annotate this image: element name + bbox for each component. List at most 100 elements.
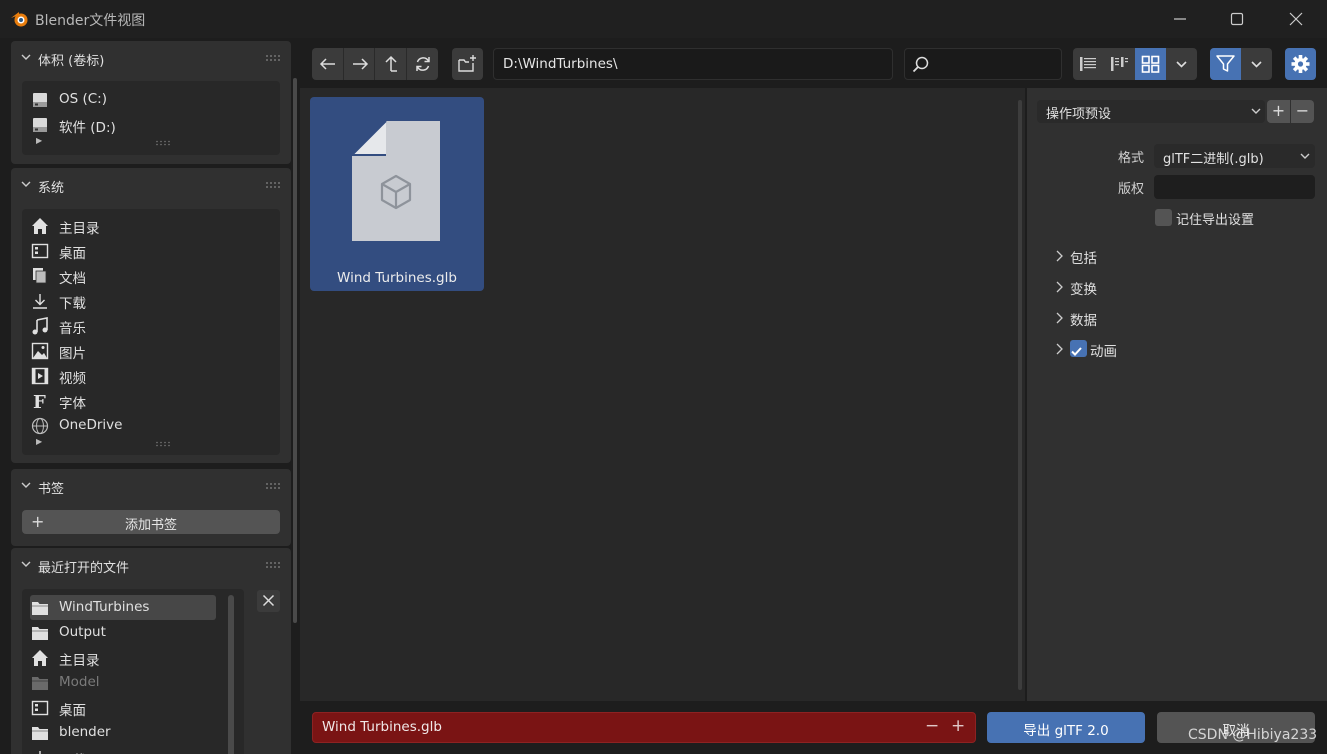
- svg-text:F: F: [33, 392, 46, 410]
- filename-input[interactable]: Wind Turbines.glb − +: [312, 712, 976, 743]
- format-label: 格式: [1117, 151, 1144, 166]
- refresh-button[interactable]: [407, 48, 439, 80]
- animation-checkbox[interactable]: [1070, 340, 1087, 357]
- system-item-downloads[interactable]: 下载: [30, 288, 270, 313]
- chevron-right-icon: [1056, 250, 1063, 262]
- copyright-input[interactable]: [1154, 175, 1315, 199]
- add-bookmark-button[interactable]: + 添加书签: [22, 510, 280, 534]
- recent-item-windturbines[interactable]: WindTurbines: [30, 595, 216, 620]
- search-icon: [912, 56, 929, 73]
- filename-value: Wind Turbines.glb: [322, 719, 442, 735]
- system-item-desktop[interactable]: 桌面: [30, 238, 270, 263]
- volume-item-d[interactable]: 软件 (D:): [30, 112, 270, 137]
- maximize-icon: [1230, 12, 1244, 26]
- recent-item-home[interactable]: 主目录: [30, 645, 244, 670]
- volumes-panel-header[interactable]: 体积 (卷标): [11, 41, 291, 75]
- minimize-button[interactable]: [1160, 6, 1200, 32]
- system-item-onedrive[interactable]: OneDrive: [30, 413, 270, 438]
- file-item-selected[interactable]: Wind Turbines.glb: [310, 97, 484, 291]
- decrement-filename-button[interactable]: −: [925, 716, 939, 736]
- system-item-videos[interactable]: 视频: [30, 363, 270, 388]
- toggle-settings-region-button[interactable]: [1285, 48, 1316, 80]
- recent-item-output[interactable]: Output: [30, 620, 244, 645]
- volume-item-c[interactable]: OS (C:): [30, 87, 270, 112]
- volumes-title: 体积 (卷标): [38, 54, 105, 69]
- format-value: glTF二进制(.glb): [1163, 152, 1264, 167]
- new-folder-button[interactable]: [452, 48, 483, 80]
- resize-grip-icon[interactable]: [156, 441, 170, 447]
- increment-filename-button[interactable]: +: [951, 716, 965, 736]
- columns-view-icon: [1111, 57, 1128, 71]
- thumbnail-view-button[interactable]: [1135, 48, 1166, 80]
- grid-view-icon: [1141, 55, 1160, 73]
- system-item-fonts[interactable]: F 字体: [30, 388, 270, 413]
- system-item-documents[interactable]: 文档: [30, 263, 270, 288]
- home-icon: [32, 650, 48, 666]
- close-icon: [262, 594, 275, 607]
- clear-recent-button[interactable]: [257, 590, 280, 612]
- remember-export-settings-checkbox[interactable]: [1155, 209, 1172, 226]
- section-data[interactable]: 数据: [1054, 307, 1304, 329]
- filter-toggle-button[interactable]: [1210, 48, 1241, 80]
- maximize-button[interactable]: [1217, 6, 1257, 32]
- download-icon: [39, 751, 41, 754]
- minimize-icon: [1174, 18, 1186, 20]
- drag-grip-icon[interactable]: [266, 54, 282, 62]
- drag-grip-icon[interactable]: [266, 181, 282, 189]
- system-item-music[interactable]: 音乐: [30, 313, 270, 338]
- folder-icon: [32, 677, 48, 690]
- system-item-pictures[interactable]: 图片: [30, 338, 270, 363]
- file-toolbar: D:\WindTurbines\: [300, 38, 1327, 88]
- add-preset-button[interactable]: +: [1267, 100, 1290, 123]
- recent-item-downloads[interactable]: 下载: [30, 745, 244, 754]
- vertical-list-view-button[interactable]: [1073, 48, 1104, 80]
- filter-settings-dropdown[interactable]: [1241, 48, 1272, 80]
- drag-grip-icon[interactable]: [266, 561, 282, 569]
- list-view-icon: [1080, 57, 1096, 71]
- export-settings-panel: 操作项预设 + − 格式 glTF二进制(.glb) 版权 记住导出设置 包括 …: [1027, 88, 1327, 701]
- bookmarks-panel: 书签 + 添加书签: [11, 469, 291, 546]
- drag-grip-icon[interactable]: [266, 482, 282, 490]
- chevron-right-icon: [1056, 343, 1063, 355]
- parent-directory-button[interactable]: [375, 48, 407, 80]
- expand-triangle-icon[interactable]: ▶: [36, 437, 42, 446]
- arrow-right-icon: [352, 58, 368, 70]
- search-input[interactable]: [904, 48, 1062, 80]
- chevron-down-icon: [21, 561, 31, 567]
- section-include[interactable]: 包括: [1054, 245, 1304, 267]
- chevron-down-icon: [21, 482, 31, 488]
- directory-path-field[interactable]: D:\WindTurbines\: [493, 48, 893, 80]
- file-area-scrollbar[interactable]: [1018, 100, 1022, 690]
- arrow-up-icon: [385, 55, 397, 72]
- recent-panel-header[interactable]: 最近打开的文件: [11, 548, 291, 582]
- recent-item-blender[interactable]: blender: [30, 720, 244, 745]
- format-dropdown[interactable]: glTF二进制(.glb): [1154, 144, 1315, 168]
- section-transform[interactable]: 变换: [1054, 276, 1304, 298]
- music-icon: [32, 317, 48, 335]
- resize-grip-icon[interactable]: [156, 140, 170, 146]
- folder-icon: [32, 602, 48, 615]
- forward-button[interactable]: [344, 48, 375, 80]
- checkmark-icon: [1071, 347, 1082, 356]
- remove-preset-button[interactable]: −: [1291, 100, 1314, 123]
- bookmarks-panel-header[interactable]: 书签: [11, 469, 291, 503]
- image-icon: [31, 342, 49, 360]
- operator-presets-dropdown[interactable]: 操作项预设: [1037, 100, 1265, 123]
- back-button[interactable]: [312, 48, 344, 80]
- export-button[interactable]: 导出 glTF 2.0: [987, 712, 1145, 743]
- filter-icon: [1216, 55, 1235, 72]
- close-button[interactable]: [1276, 6, 1316, 32]
- section-animation[interactable]: 动画: [1054, 338, 1304, 360]
- recent-item-model[interactable]: Model: [30, 670, 244, 695]
- system-panel-header[interactable]: 系统: [11, 168, 291, 202]
- title-bar: Blender文件视图: [0, 0, 1327, 38]
- recent-list-scrollbar[interactable]: [228, 595, 234, 754]
- sidebar-scrollbar[interactable]: [293, 78, 297, 623]
- chevron-right-icon: [1056, 281, 1063, 293]
- display-settings-dropdown[interactable]: [1166, 48, 1197, 80]
- recent-item-desktop[interactable]: 桌面: [30, 695, 244, 720]
- volumes-panel: 体积 (卷标) OS (C:) 软件 (D:) ▶: [11, 41, 291, 164]
- horizontal-list-view-button[interactable]: [1104, 48, 1135, 80]
- expand-triangle-icon[interactable]: ▶: [36, 136, 42, 145]
- system-item-home[interactable]: 主目录: [30, 213, 270, 238]
